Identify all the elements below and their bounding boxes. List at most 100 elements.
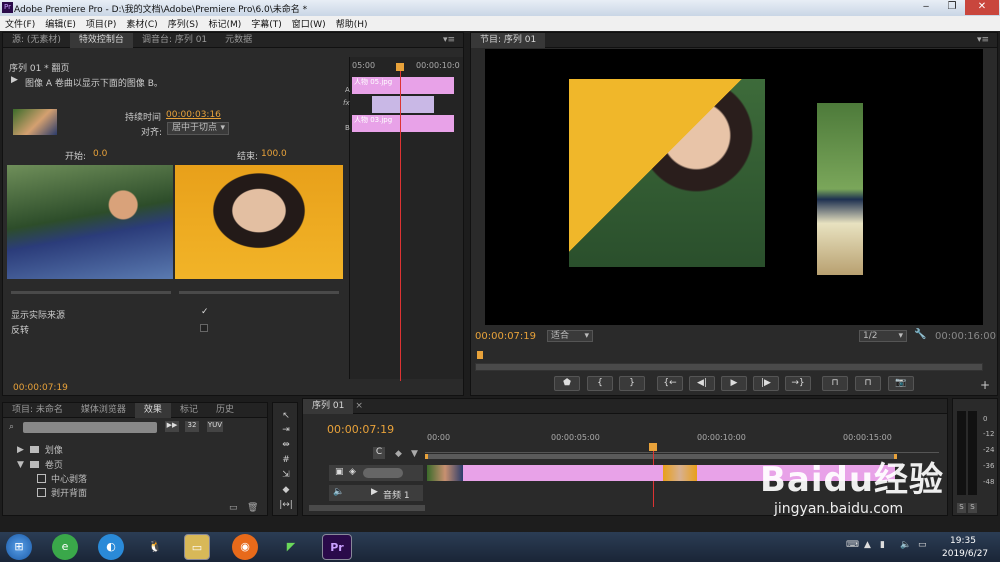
play-transition-icon[interactable]: ▶ xyxy=(11,75,18,85)
timeline-timecode[interactable]: 00:00:07:19 xyxy=(327,423,394,436)
rolling-edit-tool-icon[interactable]: # xyxy=(278,454,294,467)
menu-marker[interactable]: 标记(M) xyxy=(203,17,246,30)
mark-in-button[interactable]: { xyxy=(587,376,613,391)
maximize-button[interactable]: ❐ xyxy=(939,0,965,15)
ie-icon[interactable]: ◐ xyxy=(98,534,124,560)
timeline-playhead-handle[interactable] xyxy=(649,443,657,451)
start-value[interactable]: 0.0 xyxy=(93,149,107,159)
wrench-icon[interactable]: 🔧 xyxy=(914,329,926,340)
add-marker-icon[interactable]: ▼ xyxy=(411,449,418,459)
export-frame-button[interactable]: 📷 xyxy=(888,376,914,391)
tab-metadata[interactable]: 元数据 xyxy=(216,33,261,48)
quality-dropdown[interactable]: 1/2 ▾ xyxy=(859,330,907,342)
tree-item-page-peel[interactable]: ▼ 卷页 xyxy=(17,458,63,472)
end-value[interactable]: 100.0 xyxy=(261,149,287,159)
premiere-taskbar-icon[interactable]: Pr xyxy=(322,534,352,560)
timeline-scrollbar[interactable] xyxy=(309,505,425,511)
tab-media-browser[interactable]: 媒体浏览器 xyxy=(72,403,135,418)
accelerated-effects-icon[interactable]: ▶▶ xyxy=(165,421,179,432)
effects-search-input[interactable] xyxy=(23,422,157,433)
menu-window[interactable]: 窗口(W) xyxy=(287,17,331,30)
panel-menu-icon[interactable]: ▾≡ xyxy=(443,35,455,45)
selection-tool-icon[interactable]: ↖ xyxy=(278,410,294,423)
close-icon[interactable]: × xyxy=(355,401,363,411)
volume-icon[interactable]: 🔈 xyxy=(900,540,911,550)
step-back-button[interactable]: ◀| xyxy=(689,376,715,391)
start-button-icon[interactable]: ⊞ xyxy=(6,534,32,560)
program-panel-menu-icon[interactable]: ▾≡ xyxy=(977,35,989,45)
lock-icon[interactable]: ◈ xyxy=(349,467,356,477)
tree-item-center-peel[interactable]: 中心剥落 xyxy=(37,472,87,485)
battery-icon[interactable]: ▮ xyxy=(880,540,885,550)
tab-effects[interactable]: 效果 xyxy=(134,402,171,418)
mini-playhead-handle[interactable] xyxy=(396,63,404,71)
app-icon[interactable]: ◤ xyxy=(278,534,304,560)
tab-effect-controls[interactable]: 特效控制台 xyxy=(69,32,133,48)
fit-dropdown[interactable]: 适合 ▾ xyxy=(547,330,593,342)
menu-edit[interactable]: 编辑(E) xyxy=(40,17,81,30)
add-marker-button[interactable]: ⬟ xyxy=(554,376,580,391)
firefox-icon[interactable]: ◉ xyxy=(232,534,258,560)
mini-transition-clip[interactable] xyxy=(372,96,434,113)
menu-project[interactable]: 项目(P) xyxy=(81,17,121,30)
tab-project[interactable]: 项目: 未命名 xyxy=(3,403,72,418)
effect-controls-timecode[interactable]: 00:00:07:19 xyxy=(13,383,68,393)
clock-date[interactable]: 2019/6/27 xyxy=(942,549,988,559)
reverse-checkbox[interactable] xyxy=(200,324,208,332)
end-slider[interactable] xyxy=(179,291,339,294)
menu-file[interactable]: 文件(F) xyxy=(0,17,40,30)
extract-button[interactable]: ⊓ xyxy=(855,376,881,391)
tab-audio-mixer[interactable]: 调音台: 序列 01 xyxy=(133,33,216,48)
new-bin-icon[interactable]: ▭ xyxy=(229,503,238,513)
tree-item-iris[interactable]: ▶ 划像 xyxy=(17,443,63,457)
play-button[interactable]: ▶ xyxy=(721,376,747,391)
marker-icon[interactable]: ◆ xyxy=(395,449,402,459)
slip-tool-icon[interactable]: |↔| xyxy=(278,499,294,512)
ripple-edit-tool-icon[interactable]: ⇹ xyxy=(278,439,294,452)
speaker-icon[interactable]: 🔈 xyxy=(333,487,344,497)
razor-tool-icon[interactable]: ◆ xyxy=(278,484,294,497)
tab-program[interactable]: 节目: 序列 01 xyxy=(471,32,546,48)
step-forward-button[interactable]: |▶ xyxy=(753,376,779,391)
video-track-name-field[interactable] xyxy=(363,468,403,478)
eye-icon[interactable]: ▣ xyxy=(335,467,344,477)
tree-item-peel-back[interactable]: 剥开背面 xyxy=(37,486,87,499)
mini-clip-b[interactable]: 人物 03.jpg xyxy=(352,115,454,132)
rate-stretch-tool-icon[interactable]: ⇲ xyxy=(278,469,294,482)
lift-button[interactable]: ⊓ xyxy=(822,376,848,391)
program-timecode[interactable]: 00:00:07:19 xyxy=(475,331,536,342)
program-scrub-bar[interactable] xyxy=(475,363,983,371)
menu-clip[interactable]: 素材(C) xyxy=(121,17,162,30)
explorer-icon[interactable]: ▭ xyxy=(184,534,210,560)
show-source-checkbox[interactable]: ✓ xyxy=(201,307,209,317)
minimize-button[interactable]: ‒ xyxy=(913,0,939,15)
qq-icon[interactable]: 🐧 xyxy=(142,534,168,560)
video-clip-b-thumb[interactable] xyxy=(663,465,697,481)
menu-title[interactable]: 字幕(T) xyxy=(246,17,287,30)
tab-sequence-01[interactable]: 序列 01 xyxy=(303,398,354,414)
duration-value[interactable]: 00:00:03:16 xyxy=(166,110,221,120)
32bit-effects-icon[interactable]: 32 xyxy=(185,421,199,432)
mark-out-button[interactable]: } xyxy=(619,376,645,391)
keyboard-icon[interactable]: ⌨ xyxy=(846,540,859,550)
align-dropdown[interactable]: 居中于切点 ▾ xyxy=(167,122,229,135)
program-playhead-marker[interactable] xyxy=(477,351,483,359)
clock-time[interactable]: 19:35 xyxy=(950,536,976,546)
start-slider[interactable] xyxy=(11,291,171,294)
video-clip-a-thumb[interactable] xyxy=(427,465,463,481)
tab-source[interactable]: 源: (无素材) xyxy=(3,33,70,48)
add-button-icon[interactable]: + xyxy=(980,378,990,392)
mini-playhead[interactable] xyxy=(400,63,401,381)
solo-left-button[interactable]: S xyxy=(957,503,966,513)
solo-right-button[interactable]: S xyxy=(968,503,977,513)
collapse-arrow-icon[interactable]: ▶ xyxy=(371,487,378,497)
menu-sequence[interactable]: 序列(S) xyxy=(163,17,204,30)
go-to-in-button[interactable]: {← xyxy=(657,376,683,391)
yuv-effects-icon[interactable]: YUV xyxy=(207,421,223,432)
tray-expand-icon[interactable]: ▲ xyxy=(864,540,871,550)
mini-clip-a[interactable]: 人物 05.jpg xyxy=(352,77,454,94)
tab-history[interactable]: 历史 xyxy=(207,403,243,418)
close-button[interactable]: ✕ xyxy=(965,0,999,15)
delete-icon[interactable]: 🗑 xyxy=(247,503,258,513)
track-select-tool-icon[interactable]: ⇥ xyxy=(278,424,294,437)
